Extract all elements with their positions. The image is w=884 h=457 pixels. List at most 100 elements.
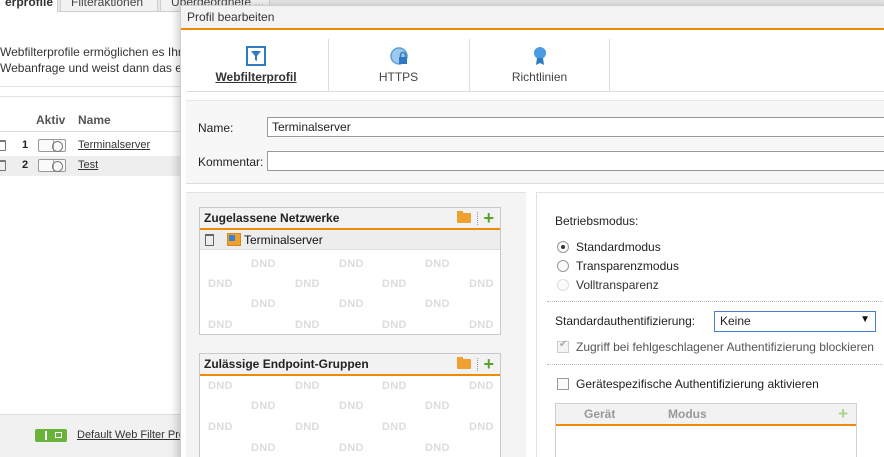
toolbar-divider [609,39,610,91]
endpoint-groups-panel: Zulässige Endpoint-Gruppen + DND DND DND… [199,353,501,457]
folder-icon[interactable] [457,211,471,223]
dnd-watermark: DND [469,421,494,433]
dnd-watermark: DND [295,421,320,433]
dnd-watermark: DND [339,298,364,310]
network-name: Terminalserver [244,233,323,247]
panel-body: DND DND DND DND DND DND DND DND DND DND … [200,376,500,457]
dnd-watermark: DND [425,258,450,270]
dnd-watermark: DND [208,319,233,331]
toggle-bar [45,431,47,440]
profile-fields: Name: Kommentar: [186,100,884,184]
toolbar-https[interactable]: HTTPS [328,39,468,91]
panel-title: Zugelassene Netzwerke [204,211,340,225]
tab-filteraktionen[interactable]: Filteraktionen [60,0,158,12]
panel-header: Zulässige Endpoint-Gruppen + [200,354,500,376]
column-header-aktiv[interactable]: Aktiv [36,113,65,127]
dnd-watermark: DND [295,380,320,392]
dialog-content: Webfilterprofil HTTPS Richtlinien Name: … [180,5,884,457]
divider [477,212,478,225]
dnd-watermark: DND [425,298,450,310]
auth-selected-value: Keine [720,314,751,328]
lock-icon [55,432,62,438]
kommentar-field[interactable] [267,151,884,171]
divider [0,86,180,87]
row-number: 2 [22,159,29,171]
table-row[interactable]: 2 Test [0,156,180,176]
list-item[interactable]: Terminalserver [200,230,500,250]
radio-volltransparenz[interactable] [557,279,569,291]
auth-label: Standardauthentifizierung: [555,314,696,328]
panel-title: Zulässige Endpoint-Gruppen [204,357,369,371]
dnd-watermark: DND [208,421,233,433]
tab-webfilterprofile[interactable]: erprofile [0,0,58,13]
row-name-link[interactable]: Test [78,159,98,171]
dialog-toolbar: Webfilterprofil HTTPS Richtlinien [186,39,884,92]
name-field[interactable] [267,117,884,137]
divider [547,364,884,365]
radio-label[interactable]: Volltransparenz [576,278,659,292]
dnd-watermark: DND [339,442,364,454]
checkbox-label: Zugriff bei fehlgeschlagener Authentifiz… [576,340,874,354]
column-header-name[interactable]: Name [78,113,111,127]
tab-label: Filteraktionen [71,0,144,9]
add-icon[interactable]: + [483,353,494,375]
default-profile-link[interactable]: Default Web Filter Profi [77,429,191,441]
allowed-networks-panel: Zugelassene Netzwerke + Terminalserver D… [199,207,501,335]
panel-body: Terminalserver DND DND DND DND DND DND D… [200,230,500,334]
device-auth-checkbox[interactable] [557,378,569,390]
toolbar-label: HTTPS [378,70,419,84]
column-header-geraet: Gerät [584,407,616,421]
radio-label[interactable]: Standardmodus [576,240,661,254]
network-object-icon [227,233,241,246]
default-profile-toggle[interactable] [35,429,67,442]
description-line: Webfilterprofile ermöglichen es Ihr [0,45,182,59]
divider [0,96,180,97]
dnd-watermark: DND [382,319,407,331]
block-on-fail-checkbox[interactable] [557,339,569,353]
dnd-watermark: DND [469,380,494,392]
default-profile-footer: Default Web Filter Profi [0,414,191,457]
add-icon[interactable]: + [483,207,494,229]
auth-select[interactable]: Keine ▼ [714,311,876,332]
kommentar-label: Kommentar: [198,155,264,169]
active-toggle[interactable] [38,159,66,172]
active-toggle[interactable] [38,139,66,152]
divider [477,358,478,371]
row-name-link[interactable]: Terminalserver [78,139,150,151]
trash-icon[interactable] [0,140,6,151]
left-column: Zugelassene Netzwerke + Terminalserver D… [186,192,526,457]
checkbox-label: Gerätespezifische Authentifizierung akti… [576,377,819,391]
dnd-watermark: DND [382,421,407,433]
add-icon: + [838,404,848,423]
radio-label[interactable]: Transparenzmodus [576,259,679,273]
badge-icon [534,47,546,65]
radio-transparenzmodus[interactable] [557,260,569,272]
name-label: Name: [198,121,234,135]
row-number: 1 [22,139,29,151]
column-header-modus: Modus [668,407,707,421]
dropdown-arrow-icon: ▼ [860,314,870,325]
dnd-watermark: DND [251,258,276,270]
radio-standardmodus[interactable] [557,241,569,253]
description-line: Webanfrage und weist dann das e [0,61,182,75]
dnd-watermark: DND [469,278,494,290]
toolbar-webfilterprofil[interactable]: Webfilterprofil [186,39,326,91]
dnd-watermark: DND [382,380,407,392]
folder-icon[interactable] [457,357,471,369]
table-row[interactable]: 1 Terminalserver [0,136,180,156]
page-description: Webfilterprofile ermöglichen es Ihr Weba… [0,44,182,76]
dnd-watermark: DND [382,278,407,290]
dnd-watermark: DND [469,319,494,331]
divider [547,301,884,302]
dnd-watermark: DND [295,319,320,331]
toolbar-richtlinien[interactable]: Richtlinien [469,39,609,91]
dnd-watermark: DND [251,298,276,310]
toolbar-label: Webfilterprofil [215,70,297,84]
filter-icon [246,46,266,66]
betriebsmodus-label: Betriebsmodus: [555,214,639,228]
device-auth-table: Gerät Modus + [555,403,857,457]
globe-lock-icon [390,47,408,65]
table-header: Gerät Modus + [556,404,856,426]
trash-icon[interactable] [0,160,6,171]
trash-icon[interactable] [205,234,214,246]
